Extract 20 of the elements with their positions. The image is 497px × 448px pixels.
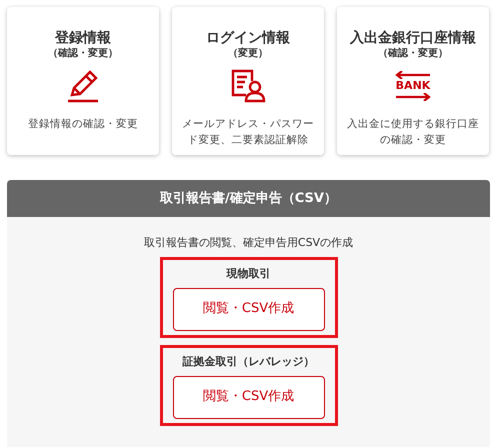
section-description: 取引報告書の閲覧、確定申告用CSVの作成 [144,235,354,251]
card-title: 登録情報 [55,29,111,47]
info-card[interactable]: 入出金銀行口座情報 （確認・変更） BANK 入出金に使用する銀行口座の確認・変更 [337,7,489,155]
card-subtitle: （確認・変更） [378,47,448,60]
card-title: 入出金銀行口座情報 [350,29,476,47]
group-label: 証拠金取引（レバレッジ） [182,354,314,370]
info-card[interactable]: 登録情報 （確認・変更） 登録情報の確認・変更 [7,7,159,155]
profile-document-icon [230,69,266,103]
view-csv-button[interactable]: 閲覧・CSV作成 [172,376,324,418]
card-description: 登録情報の確認・変更 [27,117,139,132]
section-title: 取引報告書/確定申告（CSV） [160,190,337,208]
pencil-icon [66,69,100,103]
card-title: ログイン情報 [206,29,290,47]
view-csv-button[interactable]: 閲覧・CSV作成 [172,288,324,330]
info-card[interactable]: ログイン情報 （変更） メールアドレス・パスワード変更、二要素認証解除 [172,7,324,155]
card-subtitle: （確認・変更） [48,47,118,60]
group-label: 現物取引 [226,266,270,282]
card-subtitle: （変更） [228,47,268,60]
card-description: メールアドレス・パスワード変更、二要素認証解除 [181,117,315,148]
card-description: 入出金に使用する銀行口座の確認・変更 [346,117,480,148]
